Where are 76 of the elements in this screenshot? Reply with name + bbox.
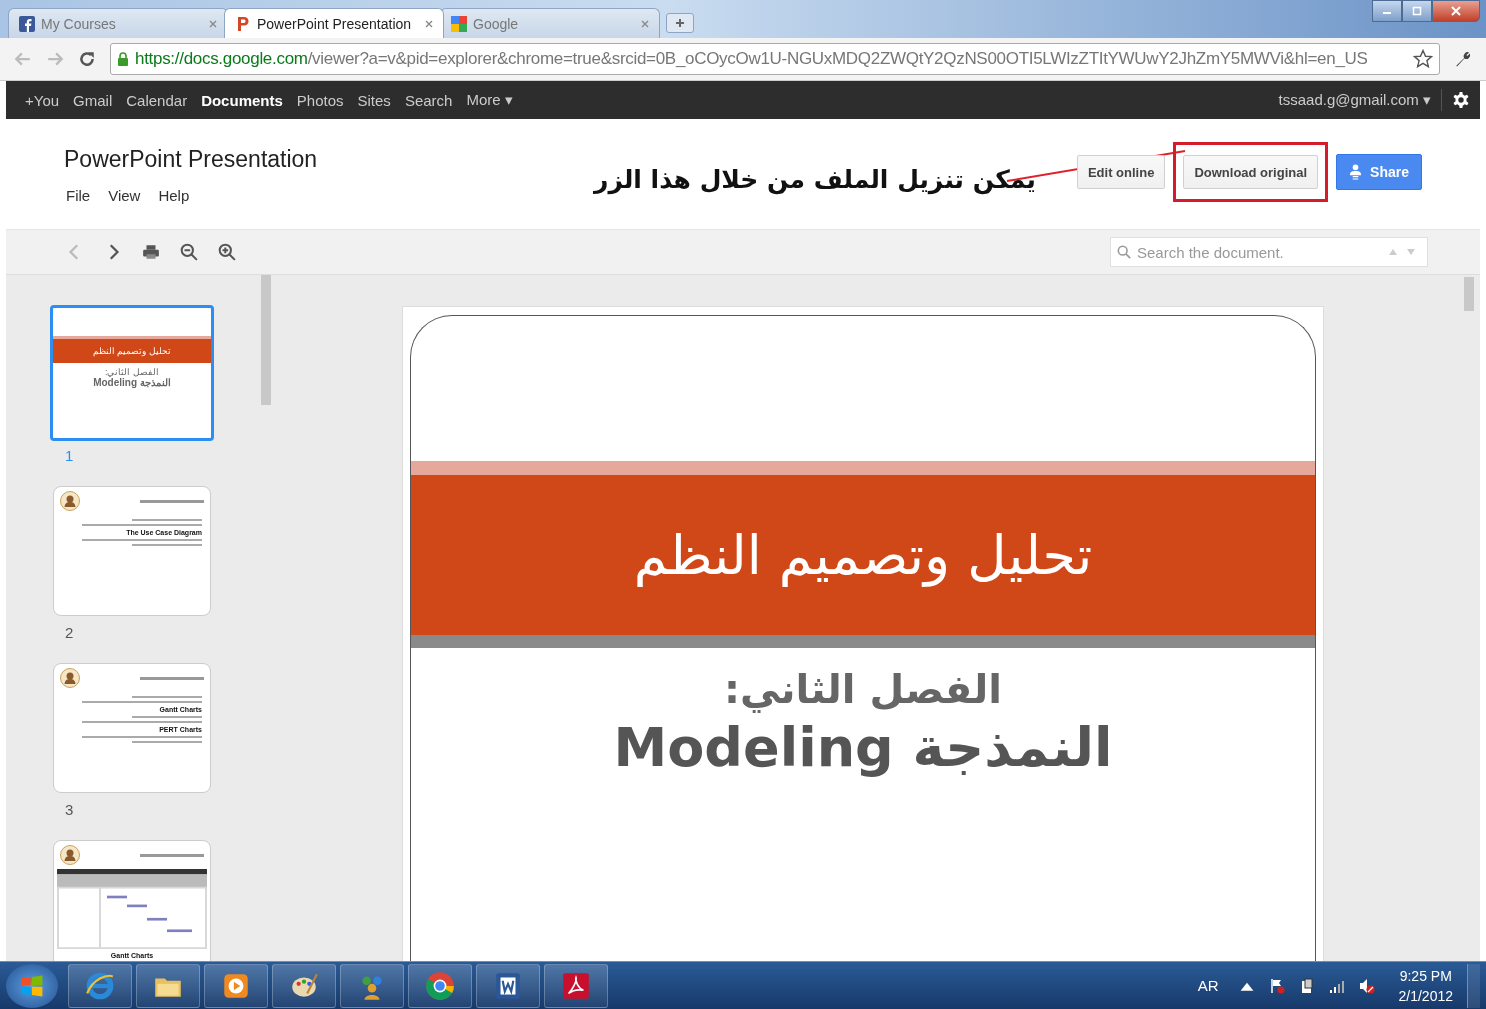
taskbar-app[interactable] — [476, 963, 540, 1008]
muted-speaker-icon[interactable] — [1358, 977, 1375, 994]
star-icon[interactable] — [1413, 49, 1433, 69]
clock-time[interactable]: 9:25 PM — [1399, 965, 1452, 986]
url-text: https://docs.google.com/viewer?a=v&pid=explorer&chrome=true&srcid=0B_oCOycOw1U-NGUxMDQ2ZWQtY2QzNS00OTI5LWIzZTItYWUwY2JhZmY5MWVi&hl=en_US — [135, 49, 1369, 69]
slide-subtitle: الفصل الثاني: — [722, 666, 1004, 712]
thumbnail-subtitle: الفصل الثاني: — [105, 367, 159, 377]
avatar-icon — [60, 845, 80, 865]
minimize-button[interactable] — [1372, 0, 1402, 22]
google-bar-link[interactable]: Sites — [350, 91, 398, 109]
maximize-icon — [1412, 6, 1422, 16]
language-indicator[interactable]: AR — [1197, 977, 1219, 994]
thumbnail-subtitle: النمذجة Modeling — [92, 377, 172, 388]
google-bar-link[interactable]: Gmail — [66, 91, 120, 109]
taskbar-app[interactable] — [340, 963, 404, 1008]
slide-thumbnail[interactable]: تحليل وتصميم النظم الفصل الثاني: النمذجة Modeling — [50, 305, 214, 441]
lock-icon — [117, 52, 129, 66]
social-favicon-icon — [19, 15, 35, 32]
menu-item[interactable]: View — [108, 187, 141, 204]
taskbar-app[interactable] — [204, 963, 268, 1008]
google-bar-link[interactable]: Documents — [194, 91, 290, 109]
download-original-button[interactable]: Download original — [1183, 155, 1319, 189]
presentation-favicon-icon — [235, 15, 251, 32]
slide-number: 1 — [65, 447, 75, 464]
taskbar-app[interactable] — [272, 963, 336, 1008]
clock-date[interactable]: 2/1/2012 — [1398, 985, 1453, 1006]
zoom-out-icon[interactable] — [180, 243, 198, 261]
zoom-in-icon[interactable] — [218, 243, 236, 261]
slide-title: تحليل وتصميم النظم — [633, 523, 1093, 587]
thumbnail-title-band: تحليل وتصميم النظم — [53, 336, 211, 363]
google-bar-link[interactable]: Calendar — [119, 91, 195, 109]
settings-icon[interactable] — [1452, 91, 1470, 109]
close-icon[interactable] — [209, 19, 217, 28]
plus-icon — [675, 18, 685, 28]
address-field[interactable]: https://docs.google.com/viewer?a=v&pid=explorer&chrome=true&srcid=0B_oCOycOw1U-NGUxMDQ2ZWQtY2QzNS00OTI5LWIzZTItYWUwY2JhZmY5MWVi&hl=en_US — [110, 43, 1440, 75]
edit-online-button[interactable]: Edit online — [1076, 155, 1166, 189]
chrome-icon — [424, 969, 456, 1002]
taskbar-app[interactable] — [68, 963, 132, 1008]
google-bar-link[interactable]: Search — [397, 91, 460, 109]
flag-icon[interactable] — [1268, 977, 1285, 994]
scrollbar-thumb[interactable] — [1464, 277, 1474, 311]
close-icon — [1451, 6, 1461, 16]
show-desktop-button[interactable] — [1467, 963, 1480, 1008]
start-button[interactable] — [6, 963, 58, 1008]
avatar-icon — [60, 491, 80, 511]
google-bar-link[interactable]: Photos — [289, 91, 351, 109]
avatar-icon — [60, 668, 80, 688]
taskbar-app[interactable] — [136, 963, 200, 1008]
google-bar-link[interactable]: More ▾ — [459, 91, 520, 109]
taskbar-app[interactable] — [408, 963, 472, 1008]
tab-title: Google — [473, 15, 520, 32]
slide-number: 2 — [65, 624, 75, 641]
menu-item[interactable]: File — [66, 187, 91, 204]
annotation-text: يمكن تنزيل الملف من خلال هذا الزر — [594, 165, 1036, 194]
menu-item[interactable]: Help — [158, 187, 190, 204]
close-button[interactable] — [1432, 0, 1480, 22]
google-favicon-icon — [451, 15, 467, 32]
scrollbar-thumb[interactable] — [261, 275, 271, 405]
google-bar-link[interactable]: +You — [18, 91, 67, 109]
new-tab-button[interactable] — [666, 13, 694, 33]
search-icon — [1117, 245, 1131, 259]
close-icon[interactable] — [641, 19, 649, 28]
document-title: PowerPoint Presentation — [64, 146, 319, 173]
maximize-button[interactable] — [1402, 0, 1432, 22]
close-icon[interactable] — [425, 19, 433, 28]
browser-tab[interactable]: PowerPoint Presentation — [224, 8, 444, 38]
slide-subtitle: النمذجة Modeling — [612, 716, 1114, 779]
print-icon[interactable] — [142, 243, 160, 261]
tab-title: My Courses — [41, 15, 117, 32]
slide-number: 3 — [65, 801, 75, 818]
account-menu[interactable]: tssaad.g@gmail.com ▾ — [1278, 91, 1431, 109]
person-icon — [1349, 163, 1363, 181]
reload-icon[interactable] — [78, 50, 96, 68]
taskbar-app[interactable] — [544, 963, 608, 1008]
tab-title: PowerPoint Presentation — [257, 15, 413, 32]
wrench-icon[interactable] — [1454, 50, 1472, 68]
